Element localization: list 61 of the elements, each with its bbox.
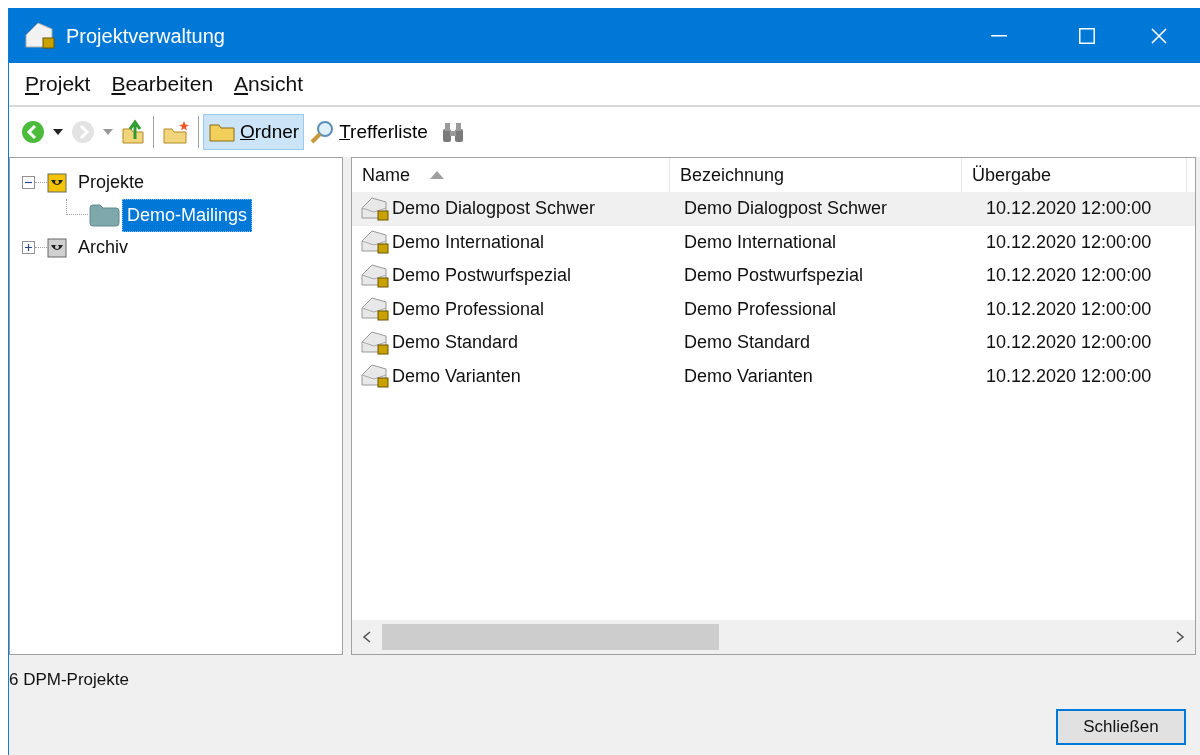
results-list-button[interactable]: Trefferliste — [304, 114, 433, 150]
table-cell-text: 10.12.2020 12:00:00 — [986, 297, 1152, 321]
menu-item[interactable]: Bearbeiten — [111, 68, 214, 100]
folder-icon — [88, 203, 120, 227]
envelope-stack-icon — [360, 262, 390, 289]
table-cell-text: Demo Standard — [392, 331, 519, 355]
scrollbar-thumb[interactable] — [382, 624, 719, 650]
horn-icon — [47, 172, 67, 193]
window-title: Projektverwaltung — [66, 23, 226, 49]
close-icon — [1151, 27, 1167, 44]
envelope-stack-icon — [360, 229, 390, 256]
maximize-icon — [1079, 27, 1095, 44]
table-cell-text: Demo Postwurfspezial — [684, 264, 864, 288]
table-row[interactable]: Demo Standard Demo Standard 10.12.2020 12:00:00 — [352, 326, 1195, 360]
table-cell-text: 10.12.2020 12:00:00 — [986, 264, 1152, 288]
table-cell-text: Demo Dialogpost Schwer — [684, 197, 888, 221]
table-cell-text: 10.12.2020 12:00:00 — [986, 331, 1152, 355]
table-cell-text: 10.12.2020 12:00:00 — [986, 230, 1152, 254]
collapse-toggle[interactable] — [22, 176, 35, 189]
table-cell-text: 10.12.2020 12:00:00 — [986, 197, 1152, 221]
status-text: 6 DPM-Projekte — [9, 669, 130, 691]
folder-up-icon — [121, 119, 145, 145]
close-dialog-button[interactable]: Schließen — [1056, 709, 1186, 745]
menu-item[interactable]: Projekt — [25, 68, 91, 100]
table-cell-text: Demo Dialogpost Schwer — [392, 197, 596, 221]
horn-icon — [47, 237, 67, 258]
table-cell-text: Demo Varianten — [392, 364, 521, 388]
caret-icon — [103, 129, 113, 135]
plus-icon — [25, 244, 32, 251]
search-icon — [309, 119, 336, 145]
envelope-stack-icon — [360, 296, 390, 323]
expand-toggle[interactable] — [22, 241, 35, 254]
tree-item[interactable]: Projekte — [75, 169, 148, 196]
caret-icon — [53, 129, 63, 135]
tree-item[interactable]: Archiv — [75, 234, 131, 261]
minus-icon — [25, 179, 32, 186]
table-cell-text: Demo Professional — [392, 297, 545, 321]
table-cell-text: Demo Standard — [684, 331, 811, 355]
table-cell-text: Demo Postwurfspezial — [392, 264, 572, 288]
table-row[interactable]: Demo Varianten Demo Varianten 10.12.2020 12:00:00 — [352, 359, 1195, 393]
table-row[interactable]: Demo International Demo International 10.12.2020 12:00:00 — [352, 225, 1195, 259]
table-row[interactable]: Demo Professional Demo Professional 10.12.2020 12:00:00 — [352, 292, 1195, 326]
table-cell-text: Demo International — [684, 230, 837, 254]
table-cell-text: Demo Professional — [684, 297, 837, 321]
binoculars-icon — [440, 121, 465, 143]
table-row[interactable]: Demo Postwurfspezial Demo Postwurfspezial 10.12.2020 12:00:00 — [352, 259, 1195, 293]
menu-item[interactable]: Ansicht — [234, 68, 303, 100]
folder-star-icon — [162, 119, 190, 145]
table-cell-text: Demo International — [392, 230, 545, 254]
folders-button[interactable]: Ordner — [203, 114, 305, 150]
envelope-stack-icon — [360, 195, 390, 222]
folder-icon — [208, 121, 236, 143]
envelope-stack-icon — [360, 329, 390, 356]
envelope-stack-icon — [360, 363, 390, 390]
horizontal-scrollbar[interactable] — [352, 620, 1195, 654]
envelope-stack-icon — [24, 20, 56, 51]
minimize-icon — [991, 34, 1007, 37]
tree-item[interactable]: Demo-Mailings — [122, 198, 253, 232]
table-cell-text: 10.12.2020 12:00:00 — [986, 364, 1152, 388]
table-row[interactable]: Demo Dialogpost Schwer Demo Dialogpost Schwer 10.12.2020 12:00:00 — [352, 192, 1195, 226]
table-cell-text: Demo Varianten — [684, 364, 813, 388]
